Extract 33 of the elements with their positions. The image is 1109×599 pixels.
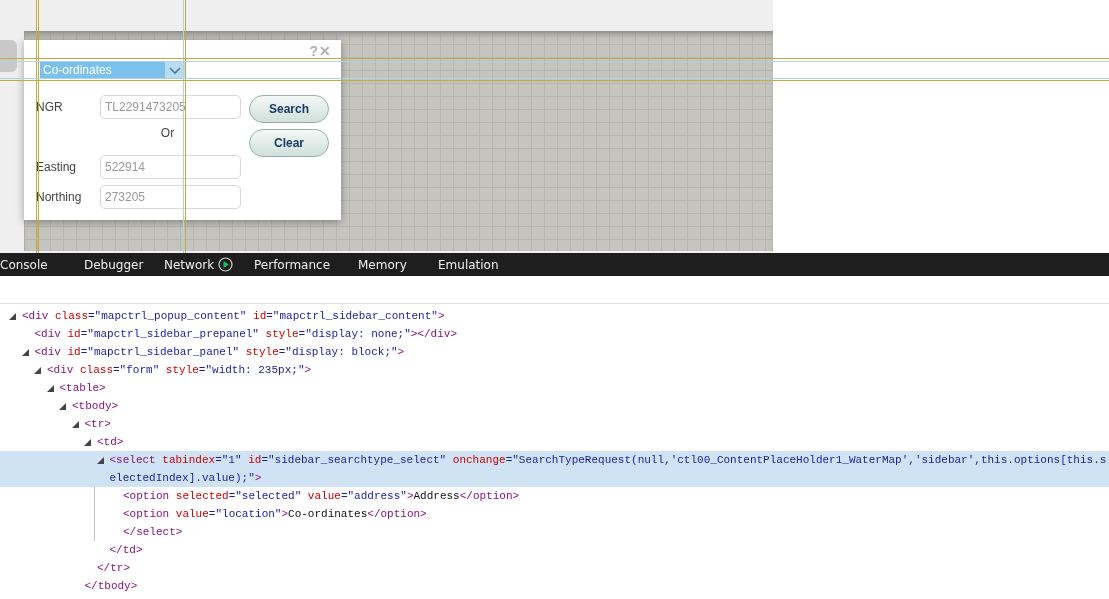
- devtools-tab[interactable]: Network: [164, 253, 254, 276]
- expand-toggle-icon[interactable]: [33, 365, 42, 375]
- code-line[interactable]: <tbody>: [72, 397, 1109, 415]
- code-line[interactable]: <td>: [97, 433, 1109, 451]
- code-line[interactable]: <div id="mapctrl_sidebar_panel" style="display: block;">: [34, 343, 1109, 361]
- expand-toggle-icon[interactable]: [83, 437, 92, 447]
- code-line[interactable]: </tbody>: [84, 577, 1109, 595]
- code-line[interactable]: <table>: [59, 379, 1109, 397]
- code-line[interactable]: <div class="form" style="width: 235px;">: [47, 361, 1109, 379]
- devtools-tab[interactable]: Debugger: [84, 253, 164, 276]
- devtools-tab[interactable]: Performance: [254, 253, 358, 276]
- expand-toggle-icon[interactable]: [8, 311, 17, 321]
- chevron-down-icon: [169, 66, 181, 75]
- expand-toggle-icon[interactable]: [95, 455, 105, 465]
- code-line[interactable]: </select>: [123, 523, 1109, 541]
- devtools-tab[interactable]: Console: [0, 253, 84, 276]
- code-line[interactable]: </td>: [109, 541, 1109, 559]
- code-line[interactable]: </tr>: [97, 559, 1109, 577]
- code-line[interactable]: <option selected="selected" value="address">Address</option>: [123, 487, 1109, 505]
- search-button[interactable]: Search: [249, 95, 329, 123]
- clear-button[interactable]: Clear: [249, 129, 329, 157]
- expand-toggle-icon[interactable]: [20, 347, 30, 357]
- code-line[interactable]: <option value="location">Co-ordinates</option>: [123, 505, 1109, 523]
- code-line[interactable]: <tr>: [84, 415, 1109, 433]
- expand-toggle-icon[interactable]: [58, 401, 67, 411]
- expand-toggle-icon[interactable]: [45, 383, 55, 393]
- devtools-tab[interactable]: Memory: [358, 253, 438, 276]
- devtools-tab[interactable]: Emulation: [438, 253, 499, 276]
- play-icon[interactable]: [218, 257, 234, 272]
- code-line[interactable]: <div class="mapctrl_popup_content" id="mapctrl_sidebar_content">: [22, 307, 1109, 325]
- expand-toggle-icon[interactable]: [70, 419, 80, 429]
- code-line[interactable]: <div id="mapctrl_sidebar_prepanel" style="display: none;"></div>: [34, 325, 1109, 343]
- separator-text: Or: [160, 125, 175, 142]
